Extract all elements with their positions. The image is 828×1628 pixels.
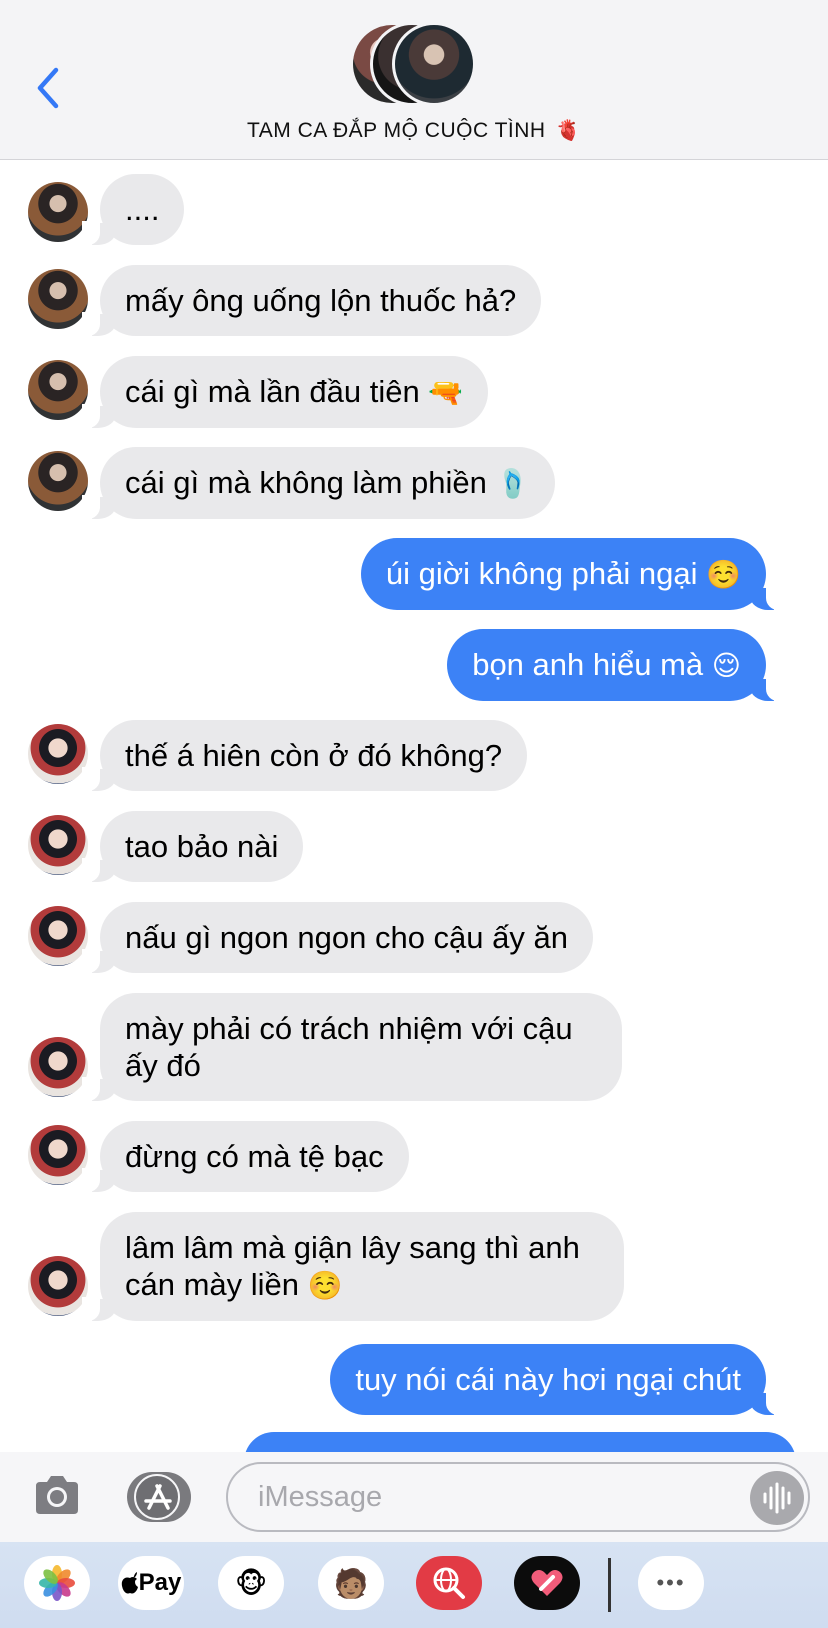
message-text: bọn anh hiểu mà [472, 647, 704, 682]
chevron-left-icon [37, 67, 59, 109]
message-bubble-partial[interactable] [244, 1432, 796, 1452]
avatar[interactable] [28, 724, 88, 784]
web-search-button[interactable] [416, 1556, 482, 1610]
message-bubble[interactable]: lâm lâm mà giận lây sang thì anh cán mày… [82, 1212, 624, 1321]
message-bubble[interactable]: nấu gì ngon ngon cho cậu ấy ăn [82, 902, 593, 973]
heart-touch-icon [531, 1570, 563, 1596]
group-avatar-stack[interactable] [350, 22, 480, 108]
smiling-face-icon: ☺️ [706, 558, 741, 591]
message-bubble[interactable]: mấy ông uống lộn thuốc hả? [81, 265, 542, 336]
conversation-title[interactable]: TAM CA ĐẮP MỘ CUỘC TÌNH 🫀 [0, 118, 828, 143]
message-text: úi giời không phải ngại [385, 556, 698, 591]
apple-pay-button[interactable]: Pay [118, 1556, 184, 1610]
message-text: đừng có mà tệ bạc [125, 1139, 384, 1174]
message-input[interactable] [226, 1462, 810, 1532]
message-list[interactable]: .... mấy ông uống lộn thuốc hả? cái gì m… [0, 160, 828, 1452]
compose-bar [0, 1452, 828, 1542]
avatar[interactable] [28, 1037, 88, 1097]
message-text: thế á hiên còn ở đó không? [125, 738, 503, 773]
more-icon: ••• [656, 1570, 686, 1595]
relieved-face-icon: 😌 [711, 649, 741, 682]
message-bubble[interactable]: cái gì mà lần đầu tiên 🔫 [81, 356, 489, 428]
waveform-icon [763, 1482, 791, 1514]
conversation-header: TAM CA ĐẮP MỘ CUỘC TÌNH 🫀 [0, 0, 828, 160]
avatar[interactable] [28, 182, 88, 242]
app-drawer: Pay 🐵 🧑🏽 ••• [0, 1542, 828, 1628]
avatar[interactable] [28, 360, 88, 420]
drawer-divider [608, 1558, 611, 1612]
animoji-button[interactable]: 🐵 [218, 1556, 284, 1610]
flip-flop-icon: 🩴 [495, 467, 531, 500]
more-apps-button[interactable]: ••• [638, 1556, 704, 1610]
photos-app-button[interactable] [24, 1556, 90, 1610]
app-store-button[interactable] [127, 1472, 191, 1522]
message-bubble[interactable]: đừng có mà tệ bạc [82, 1121, 409, 1192]
camera-button[interactable] [32, 1470, 82, 1520]
app-store-icon [134, 1474, 180, 1520]
apple-pay-label: Pay [138, 1569, 182, 1596]
conversation-title-text: TAM CA ĐẮP MỘ CUỘC TÌNH [247, 119, 546, 142]
message-text: cái gì mà không làm phiền [125, 465, 487, 500]
message-text: cái gì mà lần đầu tiên [125, 374, 420, 409]
anatomical-heart-icon: 🫀 [555, 120, 581, 142]
memoji-icon: 🧑🏽 [333, 1566, 369, 1600]
message-text: lâm lâm mà giận lây sang thì anh cán mày… [125, 1230, 580, 1302]
message-bubble[interactable]: mày phải có trách nhiệm với cậu ấy đó [82, 993, 622, 1101]
audio-message-button[interactable] [750, 1471, 804, 1525]
avatar[interactable] [28, 1125, 88, 1185]
message-text: .... [125, 192, 160, 227]
monkey-icon: 🐵 [234, 1566, 268, 1600]
message-text: mấy ông uống lộn thuốc hả? [125, 283, 517, 318]
message-bubble[interactable]: úi giời không phải ngại ☺️ [360, 538, 785, 610]
apple-icon [121, 1572, 138, 1594]
message-text: mày phải có trách nhiệm với cậu ấy đó [125, 1011, 573, 1083]
message-bubble[interactable]: cái gì mà không làm phiền 🩴 [81, 447, 556, 519]
message-bubble[interactable]: .... [81, 174, 185, 245]
message-text: tuy nói cái này hơi ngại chút [355, 1362, 741, 1397]
photos-icon [39, 1565, 75, 1601]
camera-icon [36, 1476, 78, 1514]
smiling-face-icon: ☺️ [307, 1269, 343, 1302]
back-button[interactable] [30, 64, 66, 112]
globe-search-icon [433, 1567, 465, 1599]
avatar[interactable] [28, 815, 88, 875]
message-bubble[interactable]: tao bảo nài [81, 811, 304, 882]
avatar[interactable] [28, 269, 88, 329]
digital-touch-button[interactable] [514, 1556, 580, 1610]
message-text: tao bảo nài [125, 829, 279, 864]
avatar [392, 22, 476, 106]
message-text: nấu gì ngon ngon cho cậu ấy ăn [125, 920, 568, 955]
message-bubble[interactable]: bọn anh hiểu mà 😌 [447, 629, 784, 701]
avatar[interactable] [28, 906, 88, 966]
avatar[interactable] [28, 1256, 88, 1316]
avatar[interactable] [28, 451, 88, 511]
message-bubble[interactable]: thế á hiên còn ở đó không? [81, 720, 528, 791]
message-bubble[interactable]: tuy nói cái này hơi ngại chút [330, 1344, 784, 1415]
water-pistol-icon: 🔫 [428, 376, 464, 409]
memoji-button[interactable]: 🧑🏽 [318, 1556, 384, 1610]
